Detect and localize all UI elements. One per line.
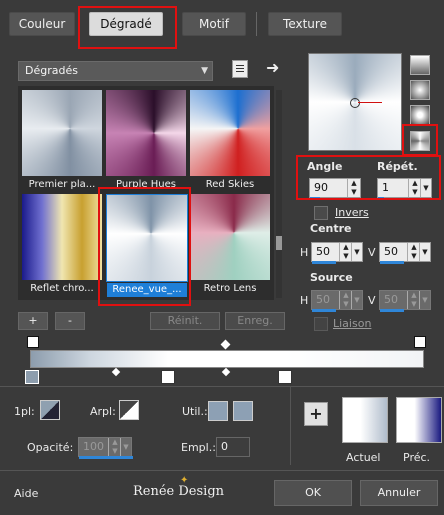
- gradient-bar[interactable]: [30, 350, 424, 368]
- logo-text: Renée Design: [133, 484, 225, 499]
- previous-preview[interactable]: [396, 397, 442, 443]
- center-h-label: H: [300, 246, 309, 259]
- save-button[interactable]: Enreg.: [225, 312, 285, 330]
- center-v-input[interactable]: 50 ▲ ▼ ▼: [379, 242, 431, 264]
- chevron-down-icon[interactable]: ▼: [351, 291, 362, 309]
- source-h-input[interactable]: 50 ▲ ▼ ▼: [311, 290, 363, 312]
- gradient-thumb-retro-lens[interactable]: Retro Lens: [190, 194, 270, 294]
- highlight-style: [402, 124, 438, 156]
- chevron-down-icon[interactable]: ▼: [120, 438, 131, 456]
- footer-divider: [0, 470, 444, 471]
- link-checkbox[interactable]: [314, 317, 328, 331]
- highlight-angle-repeat: [296, 155, 441, 200]
- ok-button[interactable]: OK: [274, 480, 352, 506]
- midpoint-top-icon[interactable]: [220, 339, 231, 350]
- gradient-library-icon[interactable]: [232, 60, 248, 78]
- chevron-down-icon[interactable]: ▼: [419, 243, 430, 261]
- center-h-input[interactable]: 50 ▲ ▼ ▼: [311, 242, 363, 264]
- util-label: Util.:: [182, 405, 208, 418]
- opacity-value: 100: [83, 440, 104, 453]
- highlight-degrade-tab: [78, 6, 177, 49]
- angle-line[interactable]: [358, 102, 382, 103]
- location-input[interactable]: 0: [216, 437, 250, 457]
- tab-couleur[interactable]: Couleur: [9, 12, 75, 36]
- arrow-right-icon[interactable]: ➜: [266, 58, 279, 77]
- gradient-label: Reflet chro...: [30, 283, 94, 294]
- reset-button[interactable]: Réinit.: [150, 312, 220, 330]
- midpoint-icon[interactable]: [111, 367, 121, 377]
- gradient-label: Red Skies: [205, 179, 255, 190]
- center-h-value: 50: [316, 245, 330, 258]
- stop-marker-top-right-icon[interactable]: [414, 336, 426, 348]
- style-rectangular-icon[interactable]: [410, 80, 430, 100]
- remove-gradient-button[interactable]: -: [55, 312, 85, 330]
- tab-motif[interactable]: Motif: [182, 12, 246, 36]
- midpoint-icon[interactable]: [221, 367, 231, 377]
- category-dropdown[interactable]: Dégradés ▼: [18, 61, 213, 81]
- first-plan-label: 1pl:: [14, 405, 35, 418]
- gradient-thumb-purple-hues[interactable]: Purple Hues: [106, 90, 186, 190]
- add-swatch-button[interactable]: +: [304, 402, 328, 426]
- stop-marker-icon[interactable]: [161, 370, 175, 384]
- opacity-input[interactable]: 100 ▲ ▼ ▼: [78, 437, 133, 459]
- arpl-label: Arpl:: [90, 405, 116, 418]
- first-plan-swatch[interactable]: [40, 400, 60, 420]
- gradient-thumb-reflet-chrome[interactable]: Reflet chro...: [22, 194, 102, 294]
- logo: Renée Design: [133, 484, 224, 499]
- previous-label: Préc.: [403, 451, 431, 464]
- user-color-swatch-2[interactable]: [233, 401, 253, 421]
- empl-label: Empl.:: [181, 441, 216, 454]
- chevron-down-icon[interactable]: ▼: [419, 291, 430, 309]
- center-label: Centre: [310, 222, 352, 235]
- source-v-label: V: [368, 294, 376, 307]
- highlight-selected-gradient: [98, 187, 191, 306]
- grid-scrollbar[interactable]: [276, 90, 282, 298]
- gradient-preview[interactable]: [308, 53, 402, 151]
- gradient-label: Premier pla...: [28, 179, 96, 190]
- source-label: Source: [310, 271, 353, 284]
- cancel-button[interactable]: Annuler: [360, 480, 438, 506]
- center-v-label: V: [368, 246, 376, 259]
- invert-checkbox[interactable]: [314, 206, 328, 220]
- source-v-input[interactable]: 50 ▲ ▼ ▼: [379, 290, 431, 312]
- stop-marker-top-left-icon[interactable]: [27, 336, 39, 348]
- gradient-label: Retro Lens: [203, 283, 257, 294]
- gradient-thumb-red-skies[interactable]: Red Skies: [190, 90, 270, 190]
- category-dropdown-value: Dégradés: [25, 64, 78, 77]
- user-color-swatch[interactable]: [208, 401, 228, 421]
- source-h-label: H: [300, 294, 309, 307]
- style-linear-icon[interactable]: [410, 55, 430, 75]
- invert-label: Invers: [335, 206, 369, 219]
- add-gradient-button[interactable]: +: [18, 312, 48, 330]
- gradient-thumb-premier-plan[interactable]: Premier pla...: [22, 90, 102, 190]
- opacity-label: Opacité:: [27, 441, 74, 454]
- background-plan-swatch[interactable]: [119, 400, 139, 420]
- link-label: Liaison: [333, 317, 372, 330]
- stop-marker-icon[interactable]: [278, 370, 292, 384]
- source-h-value: 50: [316, 293, 330, 306]
- center-v-value: 50: [384, 245, 398, 258]
- scrollbar-thumb[interactable]: [276, 236, 282, 250]
- divider: [0, 386, 444, 387]
- source-v-value: 50: [384, 293, 398, 306]
- stop-marker-icon[interactable]: [25, 370, 39, 384]
- center-handle[interactable]: [350, 98, 360, 108]
- help-label[interactable]: Aide: [14, 487, 38, 500]
- tab-texture[interactable]: Texture: [268, 12, 342, 36]
- chevron-down-icon[interactable]: ▼: [351, 243, 362, 261]
- current-label: Actuel: [346, 451, 381, 464]
- location-value: 0: [221, 440, 228, 453]
- chevron-down-icon: ▼: [201, 66, 208, 76]
- divider-vertical: [290, 387, 291, 465]
- tab-divider: [256, 12, 257, 36]
- logo-bird-icon: ✦: [180, 475, 189, 486]
- style-sunburst-icon[interactable]: [410, 105, 430, 125]
- current-preview: [342, 397, 388, 443]
